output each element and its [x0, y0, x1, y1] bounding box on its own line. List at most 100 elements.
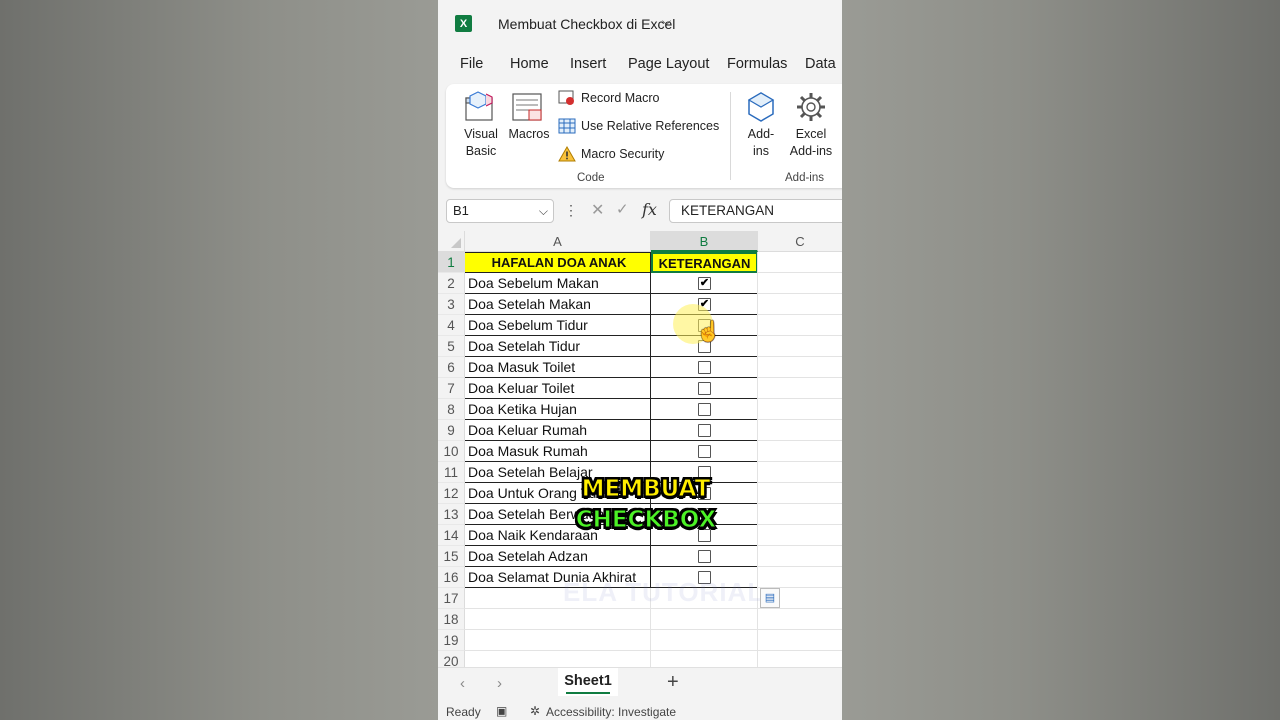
- cell-c[interactable]: [758, 399, 842, 420]
- cell-c[interactable]: [758, 378, 842, 399]
- name-box[interactable]: B1 ⌵: [446, 199, 554, 223]
- checkbox[interactable]: [698, 382, 711, 395]
- row-header[interactable]: 10: [438, 441, 465, 462]
- chevron-down-icon[interactable]: ⌵: [539, 200, 548, 222]
- row-header[interactable]: 19: [438, 630, 465, 651]
- record-macro-button[interactable]: Record Macro: [558, 90, 660, 106]
- row-header[interactable]: 6: [438, 357, 465, 378]
- cell-b[interactable]: [651, 357, 758, 378]
- cell-b[interactable]: ✔: [651, 273, 758, 294]
- cell-a[interactable]: Doa Sebelum Makan: [465, 273, 651, 294]
- cell-a[interactable]: Doa Keluar Rumah: [465, 420, 651, 441]
- cell-a[interactable]: Doa Ketika Hujan: [465, 399, 651, 420]
- header-cell-b[interactable]: KETERANGAN: [651, 252, 758, 273]
- row-header[interactable]: 7: [438, 378, 465, 399]
- quick-analysis-icon[interactable]: ▤: [760, 588, 780, 608]
- cell-c[interactable]: [758, 483, 842, 504]
- row-header[interactable]: 18: [438, 609, 465, 630]
- cell-c[interactable]: [758, 252, 842, 273]
- row-header[interactable]: 2: [438, 273, 465, 294]
- add-ins-button[interactable]: Add-ins: [740, 88, 782, 164]
- cell-c[interactable]: [758, 315, 842, 336]
- column-header-c[interactable]: C: [758, 231, 842, 252]
- tab-formulas[interactable]: Formulas: [727, 56, 787, 72]
- status-ready: Ready: [446, 705, 481, 719]
- insert-function-icon[interactable]: fx: [642, 200, 657, 219]
- row-header[interactable]: 4: [438, 315, 465, 336]
- macro-security-button[interactable]: Macro Security: [558, 146, 664, 162]
- row-header[interactable]: 11: [438, 462, 465, 483]
- cell-c[interactable]: [758, 273, 842, 294]
- worksheet-grid[interactable]: A B C 1 HAFALAN DOA ANAK KETERANGAN 2 Doa Se…: [438, 231, 842, 672]
- cell-c[interactable]: [758, 525, 842, 546]
- cell-a[interactable]: Doa Masuk Rumah: [465, 441, 651, 462]
- formula-input[interactable]: KETERANGAN: [669, 199, 842, 223]
- excel-add-ins-button[interactable]: Excel Add-ins: [786, 88, 836, 164]
- accessibility-status[interactable]: Accessibility: Investigate: [546, 705, 676, 719]
- cell-c[interactable]: [758, 609, 842, 630]
- enter-icon[interactable]: ✓: [616, 200, 629, 218]
- next-sheet-icon[interactable]: ›: [497, 675, 502, 692]
- cell-a[interactable]: Doa Setelah Adzan: [465, 546, 651, 567]
- cell-c[interactable]: [758, 567, 842, 588]
- row-header[interactable]: 8: [438, 399, 465, 420]
- caption-line-2: CHECKBOX: [575, 507, 717, 534]
- row-header[interactable]: 12: [438, 483, 465, 504]
- cell-a[interactable]: Doa Setelah Makan: [465, 294, 651, 315]
- tab-home[interactable]: Home: [510, 56, 549, 72]
- row-header[interactable]: 15: [438, 546, 465, 567]
- previous-sheet-icon[interactable]: ‹: [460, 675, 465, 692]
- checkbox[interactable]: [698, 403, 711, 416]
- cell-a[interactable]: Doa Keluar Toilet: [465, 378, 651, 399]
- checkbox[interactable]: [698, 445, 711, 458]
- cell-c[interactable]: [758, 336, 842, 357]
- row-header[interactable]: 17: [438, 588, 465, 609]
- row-header[interactable]: 5: [438, 336, 465, 357]
- checkbox[interactable]: [698, 361, 711, 374]
- use-relative-references-button[interactable]: Use Relative References: [558, 118, 719, 134]
- cell-c[interactable]: [758, 504, 842, 525]
- sheet-tab-sheet1[interactable]: Sheet1: [558, 668, 618, 696]
- cell-c[interactable]: [758, 294, 842, 315]
- add-sheet-icon[interactable]: +: [667, 671, 679, 694]
- checkbox[interactable]: ✔: [698, 277, 711, 290]
- cell-a[interactable]: Doa Setelah Tidur: [465, 336, 651, 357]
- tab-page-layout[interactable]: Page Layout: [628, 56, 709, 72]
- row-header[interactable]: 16: [438, 567, 465, 588]
- row-header[interactable]: 1: [438, 252, 465, 273]
- select-all-button[interactable]: [438, 231, 465, 252]
- tab-insert[interactable]: Insert: [570, 56, 606, 72]
- cell-a[interactable]: Doa Masuk Toilet: [465, 357, 651, 378]
- row-header[interactable]: 9: [438, 420, 465, 441]
- macros-button[interactable]: Macros: [506, 88, 550, 148]
- header-cell-a[interactable]: HAFALAN DOA ANAK: [465, 252, 651, 273]
- checkbox[interactable]: [698, 550, 711, 563]
- column-header-a[interactable]: A: [465, 231, 651, 252]
- cell-b[interactable]: [651, 546, 758, 567]
- cell-c[interactable]: [758, 441, 842, 462]
- cell-c[interactable]: [758, 420, 842, 441]
- cell-c[interactable]: [758, 462, 842, 483]
- tab-data[interactable]: Data: [805, 56, 836, 72]
- checkbox[interactable]: [698, 424, 711, 437]
- more-options-icon[interactable]: ⋮: [564, 202, 578, 219]
- cell-c[interactable]: [758, 546, 842, 567]
- warning-icon: [558, 146, 576, 162]
- cancel-icon[interactable]: ✕: [591, 200, 604, 220]
- row-header[interactable]: 14: [438, 525, 465, 546]
- cell-b[interactable]: [651, 441, 758, 462]
- column-header-b[interactable]: B: [651, 231, 758, 252]
- row-header[interactable]: 3: [438, 294, 465, 315]
- cell-b[interactable]: [651, 420, 758, 441]
- visual-basic-button[interactable]: Visual Basic: [458, 88, 504, 160]
- document-title[interactable]: Membuat Checkbox di Excel: [498, 16, 675, 32]
- cell-a[interactable]: Doa Sebelum Tidur: [465, 315, 651, 336]
- macro-recording-icon[interactable]: ▣: [496, 704, 507, 718]
- row-header[interactable]: 13: [438, 504, 465, 525]
- tab-file[interactable]: File: [460, 56, 483, 72]
- cell-c[interactable]: [758, 357, 842, 378]
- cell-c[interactable]: [758, 630, 842, 651]
- cell-b[interactable]: [651, 399, 758, 420]
- chevron-down-icon[interactable]: ⌵: [662, 14, 671, 29]
- cell-b[interactable]: [651, 378, 758, 399]
